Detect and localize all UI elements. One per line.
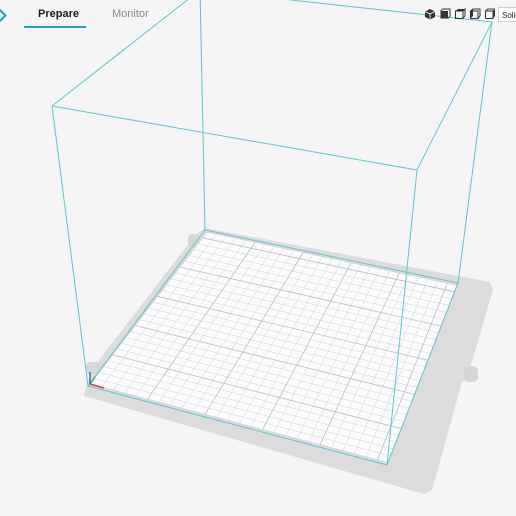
- 3d-viewport[interactable]: Prepare Monitor Solid: [0, 0, 516, 516]
- top-view-icon[interactable]: [454, 8, 466, 20]
- left-view-icon[interactable]: [469, 8, 481, 20]
- iso-view-icon[interactable]: [424, 8, 436, 20]
- view-mode-select[interactable]: Solid: [498, 7, 516, 22]
- volume-edge: [416, 21, 493, 171]
- volume-edge: [199, 0, 206, 231]
- tab-prepare[interactable]: Prepare: [38, 8, 79, 20]
- active-tab-indicator: [24, 26, 86, 28]
- tab-monitor[interactable]: Monitor: [112, 8, 149, 20]
- right-view-icon[interactable]: [484, 8, 496, 20]
- build-plate-scene[interactable]: [0, 0, 516, 516]
- chevron-left-icon[interactable]: [0, 9, 7, 22]
- volume-edge: [51, 105, 418, 171]
- volume-edge: [51, 105, 89, 387]
- plate-tab-right: [464, 366, 478, 382]
- volume-edge: [457, 21, 493, 284]
- top-tab-bar: Prepare Monitor: [0, 0, 220, 30]
- front-view-icon[interactable]: [439, 8, 451, 20]
